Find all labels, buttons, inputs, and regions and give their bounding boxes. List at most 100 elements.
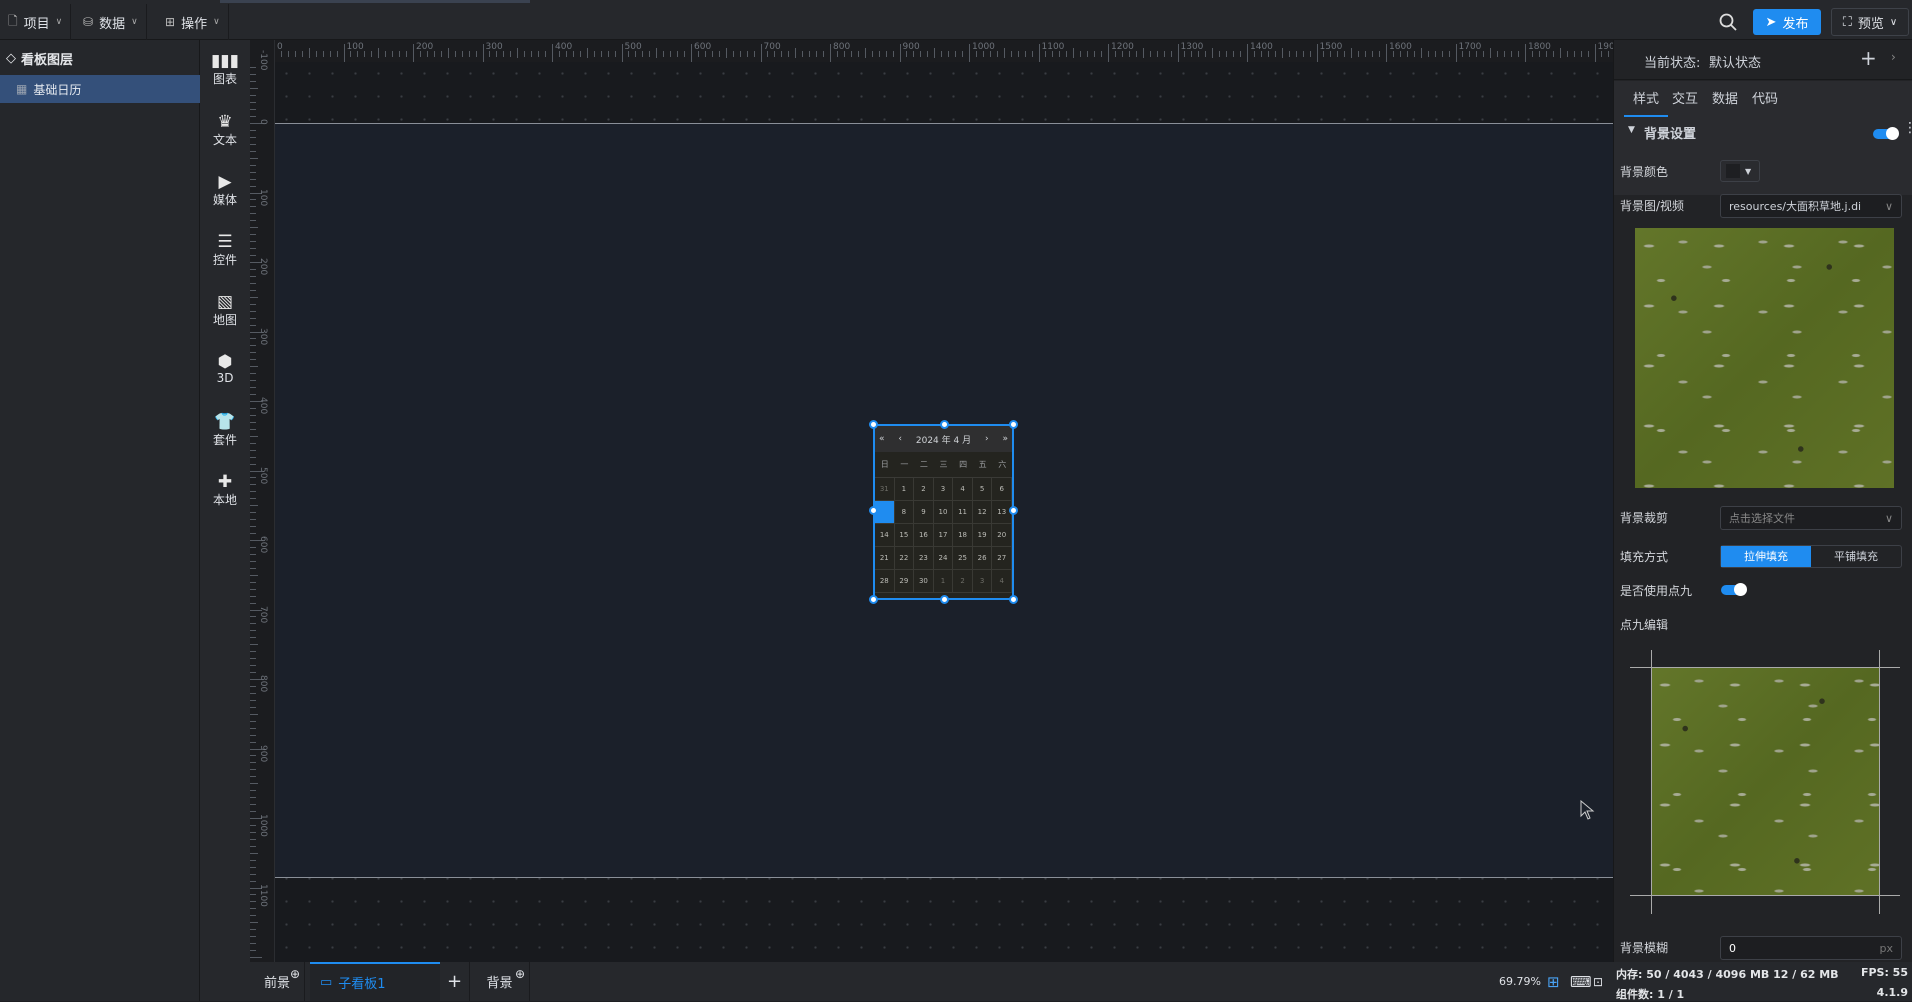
prev-year-button[interactable]: « xyxy=(879,434,885,444)
resize-handle[interactable] xyxy=(1009,420,1018,429)
section-toggle[interactable] xyxy=(1873,127,1899,140)
resize-handle[interactable] xyxy=(1009,506,1018,515)
chevron-right-icon[interactable]: › xyxy=(1891,50,1896,64)
tool-widget[interactable]: ☰ 控件 xyxy=(200,233,250,268)
ruler-tick xyxy=(1038,44,1040,62)
tool-text[interactable]: ♛ 文本 xyxy=(200,113,250,148)
calendar-day[interactable]: 2 xyxy=(914,478,934,501)
crop-file-select[interactable]: 点击选择文件 ∨ xyxy=(1720,506,1902,530)
ruler-tick xyxy=(250,845,256,847)
calendar-day[interactable]: 4 xyxy=(953,478,973,501)
calendar-day[interactable]: 3 xyxy=(933,478,954,501)
tab-style[interactable]: 样式 xyxy=(1624,89,1668,117)
calendar-day[interactable] xyxy=(875,501,895,524)
state-value[interactable]: 默认状态 xyxy=(1709,52,1761,71)
calendar-day[interactable]: 29 xyxy=(894,570,915,593)
calendar-day[interactable]: 19 xyxy=(972,524,993,547)
tab-sub-board[interactable]: ▭ 子看板1 xyxy=(310,962,440,1001)
resize-handle[interactable] xyxy=(869,506,878,515)
publish-button[interactable]: ➤ 发布 xyxy=(1753,9,1821,35)
tab-background[interactable]: 背景 ⊕ xyxy=(470,962,530,1001)
calendar-day[interactable]: 14 xyxy=(875,524,895,547)
calendar-day[interactable]: 27 xyxy=(992,547,1012,570)
calendar-day[interactable]: 23 xyxy=(914,547,934,570)
collapse-triangle-icon[interactable]: ▼ xyxy=(1628,125,1635,135)
layers-title-text: 看板图层 xyxy=(21,53,74,68)
add-circle-icon[interactable]: ⊕ xyxy=(290,967,300,981)
calendar-day[interactable]: 12 xyxy=(972,501,993,524)
add-state-icon[interactable]: + xyxy=(1860,46,1877,70)
calendar-day[interactable]: 30 xyxy=(914,570,934,593)
calendar-day[interactable]: 22 xyxy=(894,547,915,570)
tool-map[interactable]: ▧ 地图 xyxy=(200,293,250,328)
tool-kit[interactable]: 👕 套件 xyxy=(200,413,250,448)
calendar-day[interactable]: 10 xyxy=(933,501,954,524)
calendar-day[interactable]: 11 xyxy=(953,501,973,524)
fill-tile-option[interactable]: 平铺填充 xyxy=(1811,546,1901,567)
nine-patch-guide-bottom[interactable] xyxy=(1630,895,1900,896)
next-year-button[interactable]: » xyxy=(1002,434,1008,444)
resize-handle[interactable] xyxy=(940,595,949,604)
calendar-day[interactable]: 31 xyxy=(875,478,895,501)
blur-input[interactable]: 0 px xyxy=(1720,936,1902,960)
tool-local[interactable]: ✚ 本地 xyxy=(200,473,250,508)
calendar-day[interactable]: 21 xyxy=(875,547,895,570)
next-month-button[interactable]: › xyxy=(985,434,989,444)
calendar-day[interactable]: 8 xyxy=(894,501,915,524)
add-circle-icon[interactable]: ⊕ xyxy=(515,967,525,981)
calendar-day[interactable]: 16 xyxy=(914,524,934,547)
tool-3d[interactable]: ⬢ 3D xyxy=(200,353,250,385)
prev-month-button[interactable]: ‹ xyxy=(898,434,902,444)
more-vertical-icon[interactable]: ⋮ xyxy=(1903,120,1912,136)
tool-chart[interactable]: ▮▮▮ 图表 xyxy=(200,52,250,87)
bg-image-select[interactable]: resources/大面积草地.j.di ∨ xyxy=(1720,194,1902,218)
keyboard-icon[interactable]: ⌨ xyxy=(1570,962,1592,1001)
nine-patch-guide-left[interactable] xyxy=(1651,650,1652,914)
calendar-day[interactable]: 4 xyxy=(992,570,1012,593)
fit-screen-icon[interactable]: ⊞ xyxy=(1547,962,1560,1001)
calendar-day[interactable]: 6 xyxy=(992,478,1012,501)
resize-handle[interactable] xyxy=(869,420,878,429)
calendar-day[interactable]: 1 xyxy=(933,570,954,593)
nine-patch-toggle[interactable] xyxy=(1721,583,1747,596)
vertical-ruler[interactable]: -100 0 100 200 300 400 500 600 700 800 900 1000 1100 xyxy=(250,40,275,962)
calendar-day[interactable]: 17 xyxy=(933,524,954,547)
zoom-level[interactable]: 69.79% xyxy=(1499,962,1541,1001)
calendar-day[interactable]: 20 xyxy=(992,524,1012,547)
horizontal-ruler[interactable]: 0 100 200 300 400 500 600 700 800 900 1000 1100 1200… xyxy=(250,40,1620,62)
tool-media[interactable]: ▶ 媒体 xyxy=(200,173,250,208)
bg-color-picker[interactable]: ▼ xyxy=(1720,160,1760,182)
calendar-day[interactable]: 5 xyxy=(972,478,993,501)
fill-stretch-option[interactable]: 拉伸填充 xyxy=(1721,546,1811,567)
terminal-icon[interactable]: ⊡ xyxy=(1593,962,1603,1001)
nine-patch-editor[interactable] xyxy=(1630,650,1900,914)
layer-item[interactable]: ▦ 基础日历 xyxy=(0,75,200,103)
resize-handle[interactable] xyxy=(1009,595,1018,604)
preview-button[interactable]: ⛶ 预览 ∨ xyxy=(1831,8,1909,36)
nine-patch-guide-right[interactable] xyxy=(1879,650,1880,914)
calendar-day[interactable]: 26 xyxy=(972,547,993,570)
tab-interaction[interactable]: 交互 xyxy=(1672,89,1698,111)
nine-patch-guide-top[interactable] xyxy=(1630,667,1900,668)
resize-handle[interactable] xyxy=(869,595,878,604)
calendar-day[interactable]: 18 xyxy=(953,524,973,547)
tab-foreground[interactable]: 前景 ⊕ xyxy=(250,962,305,1001)
calendar-widget[interactable]: « ‹ 2024 年 4 月 › » 日一二三四五六 31 1 2 3 4 5 6 8 9 10 1… xyxy=(869,420,1018,604)
ruler-tick xyxy=(572,51,574,57)
menu-data[interactable]: ⛁ 数据 ∨ xyxy=(75,4,147,40)
menu-operate[interactable]: ⊞ 操作 ∨ xyxy=(157,4,229,40)
tab-data[interactable]: 数据 xyxy=(1712,89,1738,111)
calendar-day[interactable]: 25 xyxy=(953,547,973,570)
calendar-day[interactable]: 24 xyxy=(933,547,954,570)
search-icon[interactable] xyxy=(1718,12,1738,32)
calendar-day[interactable]: 9 xyxy=(914,501,934,524)
resize-handle[interactable] xyxy=(940,420,949,429)
calendar-day[interactable]: 2 xyxy=(953,570,973,593)
menu-project[interactable]: 🗋 项目 ∨ xyxy=(0,4,72,40)
tab-code[interactable]: 代码 xyxy=(1752,89,1778,111)
calendar-day[interactable]: 15 xyxy=(894,524,915,547)
calendar-day[interactable]: 28 xyxy=(875,570,895,593)
add-board-button[interactable]: + xyxy=(440,962,470,1001)
calendar-day[interactable]: 1 xyxy=(894,478,915,501)
calendar-day[interactable]: 3 xyxy=(972,570,993,593)
